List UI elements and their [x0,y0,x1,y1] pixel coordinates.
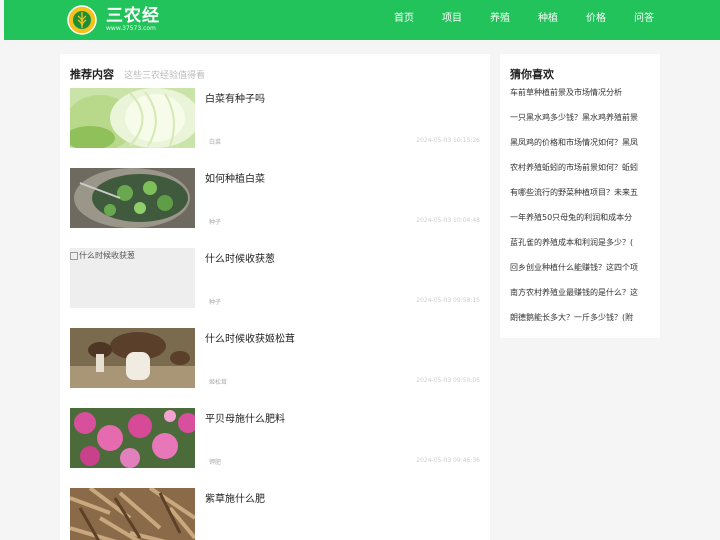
nav-item-home[interactable]: 首页 [394,12,414,26]
sidebar-link[interactable]: 蓝孔雀的养殖成本和利润是多少？( [510,237,652,262]
sidebar-link[interactable]: 一只黑水鸡多少钱？黑水鸡养殖前景 [510,112,652,137]
nav-item-projects[interactable]: 项目 [442,12,462,26]
article-thumbnail[interactable] [70,328,195,388]
article-item[interactable]: 什么时候收获姬松茸 姬松茸 2024-05-03 09:50:05 [70,328,480,388]
sidebar-link[interactable]: 南方农村养殖业最赚钱的是什么？这 [510,287,652,312]
sidebar-link[interactable]: 车前草种植前景及市场情况分析 [510,87,652,112]
sidebar-link[interactable]: 朗德鹅能长多大？一斤多少钱？(附 [510,312,652,337]
sidebar-link[interactable]: 黑凤鸡的价格和市场情况如何？黑凤 [510,137,652,162]
sidebar-link[interactable]: 有哪些流行的野菜种植项目？未来五 [510,187,652,212]
article-date: 2024-05-03 09:50:05 [416,377,480,384]
article-tag[interactable]: 种子 [209,297,221,306]
nav-item-planting[interactable]: 种植 [538,12,558,26]
sidebar-link[interactable]: 一年养殖50只母兔的利润和成本分 [510,212,652,237]
article-thumbnail[interactable] [70,408,195,468]
article-title[interactable]: 平贝母施什么肥料 [205,410,285,425]
article-date: 2024-05-03 10:15:26 [416,137,480,144]
article-tag[interactable]: 白菜 [209,137,221,146]
section-title: 推荐内容 [70,68,114,81]
article-item[interactable]: 白菜有种子吗 白菜 2024-05-03 10:15:26 [70,88,480,148]
article-title[interactable]: 白菜有种子吗 [205,90,265,105]
article-item[interactable]: 什么时候收获葱 什么时候收获葱 种子 2024-05-03 09:58:15 [70,248,480,308]
article-tag[interactable]: 姬松茸 [209,377,227,386]
broken-image-icon [70,251,78,260]
article-date: 2024-05-03 09:46:36 [416,457,480,464]
section-subtitle: 这些三农经验值得看 [124,71,206,81]
recommended-content-panel: 推荐内容 这些三农经验值得看 白菜有种子吗 白菜 2024-05-03 10:1… [60,54,490,540]
article-thumbnail[interactable] [70,488,195,540]
article-thumbnail[interactable] [70,88,195,148]
article-date: 2024-05-03 10:04:48 [416,217,480,224]
nav-item-breeding[interactable]: 养殖 [490,12,510,26]
sidebar-link[interactable]: 回乡创业种植什么能赚钱？这四个项 [510,262,652,287]
guess-you-like-panel: 猜你喜欢 车前草种植前景及市场情况分析 一只黑水鸡多少钱？黑水鸡养殖前景 黑凤鸡… [500,54,660,338]
article-date: 2024-05-03 09:58:15 [416,297,480,304]
sidebar-title: 猜你喜欢 [510,68,554,81]
article-item[interactable]: 如何种植白菜 种子 2024-05-03 10:04:48 [70,168,480,228]
top-navbar: 三农经 www.37573.com 首页 项目 养殖 种植 价格 问答 [4,0,720,40]
article-tag[interactable]: 钾肥 [209,457,221,466]
main-nav: 首页 项目 养殖 种植 价格 问答 [4,12,720,28]
sidebar-list: 车前草种植前景及市场情况分析 一只黑水鸡多少钱？黑水鸡养殖前景 黑凤鸡的价格和市… [510,87,652,337]
article-item[interactable]: 平贝母施什么肥料 钾肥 2024-05-03 09:46:36 [70,408,480,468]
article-thumbnail[interactable]: 什么时候收获葱 [70,248,195,308]
article-thumbnail[interactable] [70,168,195,228]
image-alt-text: 什么时候收获葱 [79,251,135,260]
sidebar-link[interactable]: 农村养殖蚯蚓的市场前景如何？蚯蚓 [510,162,652,187]
article-title[interactable]: 什么时候收获姬松茸 [205,330,295,345]
article-tag[interactable]: 种子 [209,217,221,226]
nav-item-qa[interactable]: 问答 [634,12,654,26]
article-title[interactable]: 紫草施什么肥 [205,490,265,505]
article-item[interactable]: 紫草施什么肥 [70,488,480,540]
article-title[interactable]: 什么时候收获葱 [205,250,275,265]
nav-item-prices[interactable]: 价格 [586,12,606,26]
article-title[interactable]: 如何种植白菜 [205,170,265,185]
